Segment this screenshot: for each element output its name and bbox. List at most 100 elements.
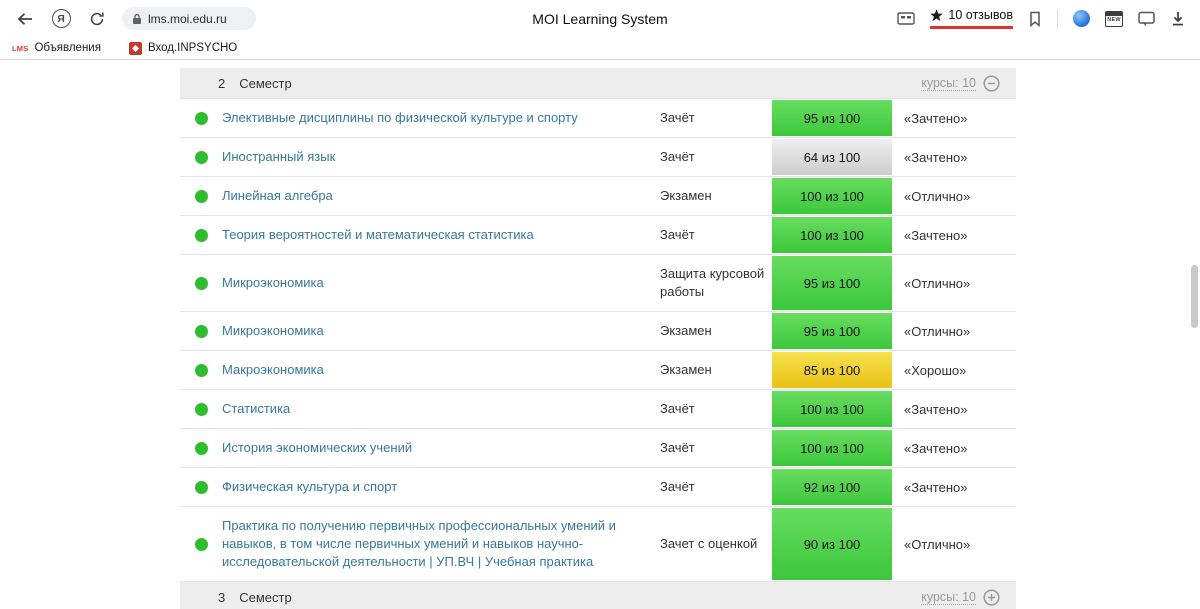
- score-text: 100 из 100: [800, 189, 864, 204]
- bookmark-label: Объявления: [34, 42, 101, 54]
- course-link[interactable]: Линейная алгебра: [222, 187, 333, 205]
- course-row: Физическая культура и спорт Зачёт 92 из …: [180, 468, 1016, 507]
- assessment-type: Экзамен: [660, 177, 772, 215]
- status-dot: [195, 481, 208, 494]
- grade-text: «Хорошо»: [892, 351, 1016, 389]
- chat-icon[interactable]: [1138, 11, 1155, 27]
- bookmark-inpsycho[interactable]: Вход.INPSYCHO: [129, 42, 237, 55]
- course-link[interactable]: Макроэкономика: [222, 361, 324, 379]
- browser-extension-globe-icon[interactable]: [1073, 10, 1090, 27]
- course-row: Практика по получению первичных професси…: [180, 507, 1016, 582]
- scrollbar-thumb[interactable]: [1191, 265, 1198, 328]
- courses-count-link[interactable]: курсы: 10: [921, 76, 976, 91]
- assessment-type: Зачёт: [660, 138, 772, 176]
- grade-text: «Зачтено»: [892, 429, 1016, 467]
- score-badge: 64 из 100: [772, 139, 892, 175]
- reviews-count: 10 отзывов: [948, 8, 1013, 22]
- course-row: Линейная алгебра Экзамен 100 из 100 «Отл…: [180, 177, 1016, 216]
- course-row: Статистика Зачёт 100 из 100 «Зачтено»: [180, 390, 1016, 429]
- status-dot: [195, 229, 208, 242]
- address-bar[interactable]: lms.moi.edu.ru: [122, 7, 256, 30]
- status-dot: [195, 190, 208, 203]
- course-link[interactable]: Микроэкономика: [222, 322, 324, 340]
- score-text: 95 из 100: [804, 324, 861, 339]
- course-row: Теория вероятностей и математическая ста…: [180, 216, 1016, 255]
- score-text: 100 из 100: [800, 441, 864, 456]
- assessment-type: Зачёт: [660, 429, 772, 467]
- lms-favicon: LMS: [12, 44, 28, 53]
- course-row: Иностранный язык Зачёт 64 из 100 «Зачтен…: [180, 138, 1016, 177]
- score-badge: 95 из 100: [772, 256, 892, 310]
- score-text: 95 из 100: [804, 276, 861, 291]
- score-text: 92 из 100: [804, 480, 861, 495]
- assessment-type: Зачёт: [660, 99, 772, 137]
- course-link[interactable]: Элективные дисциплины по физической куль…: [222, 109, 578, 127]
- assessment-type: Зачёт: [660, 216, 772, 254]
- status-dot: [195, 277, 208, 290]
- score-text: 100 из 100: [800, 228, 864, 243]
- course-link[interactable]: Физическая культура и спорт: [222, 478, 397, 496]
- status-dot: [195, 364, 208, 377]
- score-badge: 85 из 100: [772, 352, 892, 388]
- score-badge: 92 из 100: [772, 469, 892, 505]
- status-dot: [195, 403, 208, 416]
- course-link[interactable]: Теория вероятностей и математическая ста…: [222, 226, 534, 244]
- downloads-icon[interactable]: [1170, 11, 1186, 27]
- score-text: 85 из 100: [804, 363, 861, 378]
- bookmark-flag-icon[interactable]: [1028, 11, 1042, 27]
- courses-count-link[interactable]: курсы: 10: [921, 590, 976, 605]
- grade-text: «Зачтено»: [892, 468, 1016, 506]
- semester-number: 2: [218, 76, 225, 91]
- back-button[interactable]: [10, 4, 40, 34]
- course-row: Макроэкономика Экзамен 85 из 100 «Хорошо…: [180, 351, 1016, 390]
- assessment-type: Экзамен: [660, 351, 772, 389]
- bookmark-announcements[interactable]: LMS Объявления: [12, 42, 101, 54]
- tableau-icon[interactable]: [897, 11, 915, 27]
- assessment-type: Экзамен: [660, 312, 772, 350]
- calendar-new-icon[interactable]: NEW: [1105, 11, 1123, 27]
- course-link[interactable]: История экономических учений: [222, 439, 412, 457]
- yandex-profile-icon: Я: [52, 9, 71, 28]
- assessment-type: Зачет с оценкой: [660, 507, 772, 581]
- status-dot: [195, 112, 208, 125]
- semester-number: 3: [218, 590, 225, 605]
- site-reviews[interactable]: 10 отзывов: [930, 8, 1013, 29]
- grade-text: «Отлично»: [892, 177, 1016, 215]
- collapse-icon[interactable]: [983, 75, 1000, 92]
- url-text: lms.moi.edu.ru: [148, 12, 227, 26]
- browser-toolbar: Я lms.moi.edu.ru MOI Learning System 10 …: [0, 0, 1200, 37]
- bookmark-label: Вход.INPSYCHO: [148, 42, 237, 54]
- course-link[interactable]: Статистика: [222, 400, 290, 418]
- course-link[interactable]: Микроэкономика: [222, 274, 324, 292]
- expand-icon[interactable]: [983, 589, 1000, 606]
- assessment-type: Зачёт: [660, 468, 772, 506]
- assessment-type: Защита курсовой работы: [660, 255, 772, 311]
- course-link[interactable]: Практика по получению первичных професси…: [222, 517, 644, 571]
- course-row: Микроэкономика Защита курсовой работы 95…: [180, 255, 1016, 312]
- course-link[interactable]: Иностранный язык: [222, 148, 335, 166]
- lock-icon: [132, 13, 142, 25]
- assessment-type: Зачёт: [660, 390, 772, 428]
- semester-label: Семестр: [239, 76, 291, 91]
- score-text: 95 из 100: [804, 111, 861, 126]
- score-text: 90 из 100: [804, 537, 861, 552]
- bookmarks-bar: LMS Объявления Вход.INPSYCHO: [0, 37, 1200, 60]
- grade-text: «Зачтено»: [892, 216, 1016, 254]
- status-dot: [195, 442, 208, 455]
- refresh-icon: [89, 11, 105, 27]
- profile-button[interactable]: Я: [46, 4, 76, 34]
- score-badge: 95 из 100: [772, 100, 892, 136]
- score-text: 100 из 100: [800, 402, 864, 417]
- grade-text: «Зачтено»: [892, 138, 1016, 176]
- grade-text: «Отлично»: [892, 255, 1016, 311]
- grades-table: 2 Семестр курсы: 10 Элективные дисциплин…: [180, 68, 1016, 609]
- grade-text: «Отлично»: [892, 507, 1016, 581]
- grade-text: «Зачтено»: [892, 390, 1016, 428]
- status-dot: [195, 325, 208, 338]
- course-row: История экономических учений Зачёт 100 и…: [180, 429, 1016, 468]
- status-dot: [195, 151, 208, 164]
- refresh-button[interactable]: [82, 4, 112, 34]
- grade-text: «Отлично»: [892, 312, 1016, 350]
- score-badge: 100 из 100: [772, 217, 892, 253]
- score-badge: 100 из 100: [772, 430, 892, 466]
